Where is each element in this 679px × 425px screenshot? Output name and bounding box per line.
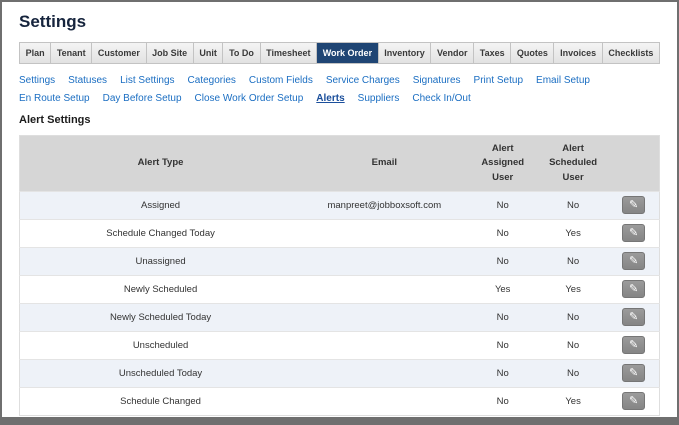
assigned-cell: No (467, 218, 538, 248)
subnav-link-en-route-setup[interactable]: En Route Setup (19, 93, 90, 104)
subnav-link-categories[interactable]: Categories (188, 75, 236, 86)
email-cell (301, 274, 468, 304)
subnav-link-check-in-out[interactable]: Check In/Out (412, 93, 470, 104)
alert-type-cell: Newly Scheduled (19, 274, 302, 304)
edit-icon: ✎ (629, 338, 639, 351)
tab-unit[interactable]: Unit (193, 43, 224, 63)
assigned-cell: Yes (467, 274, 538, 304)
edit-icon: ✎ (629, 394, 639, 407)
subnav-link-list-settings[interactable]: List Settings (120, 75, 174, 86)
assigned-cell: No (467, 190, 538, 220)
scheduled-cell: No (537, 358, 609, 388)
email-cell (301, 246, 468, 276)
col-header-alert-assigned-user: Alert Assigned User (467, 135, 538, 192)
table-row: Unscheduled Today No No ✎ (19, 358, 660, 388)
scheduled-cell: No (537, 190, 609, 220)
alert-settings-table: Alert Type Email Alert Assigned User Ale… (19, 135, 660, 416)
assigned-cell: No (467, 246, 538, 276)
table-row: Schedule Changed No Yes ✎ (19, 386, 660, 416)
assigned-cell: No (467, 302, 538, 332)
scheduled-cell: No (537, 246, 609, 276)
edit-icon: ✎ (629, 226, 639, 239)
page-title: Settings (19, 12, 87, 31)
edit-button[interactable]: ✎ (622, 196, 646, 215)
edit-icon: ✎ (629, 282, 639, 295)
edit-button[interactable]: ✎ (622, 364, 646, 383)
edit-button[interactable]: ✎ (622, 280, 646, 299)
settings-page: Settings Plan Tenant Customer Job Site U… (0, 0, 679, 425)
tab-tenant[interactable]: Tenant (51, 43, 93, 63)
col-header-alert-scheduled-user: Alert Scheduled User (537, 135, 609, 192)
subnav-link-day-before-setup[interactable]: Day Before Setup (103, 93, 182, 104)
email-cell (301, 386, 468, 416)
tab-taxes[interactable]: Taxes (474, 43, 512, 63)
table-row: Newly Scheduled Today No No ✎ (19, 302, 660, 332)
col-header-alert-type: Alert Type (19, 135, 302, 192)
alert-type-cell: Schedule Changed (19, 386, 302, 416)
section-heading: Alert Settings (19, 114, 91, 126)
assigned-cell: No (467, 358, 538, 388)
assigned-cell: No (467, 386, 538, 416)
tab-checklists[interactable]: Checklists (602, 43, 659, 63)
tab-plan[interactable]: Plan (20, 43, 52, 63)
subnav-link-close-work-order-setup[interactable]: Close Work Order Setup (195, 93, 304, 104)
tab-work-order[interactable]: Work Order (317, 43, 379, 63)
subnav-link-custom-fields[interactable]: Custom Fields (249, 75, 313, 86)
alert-type-cell: Unassigned (19, 246, 302, 276)
scheduled-cell: Yes (537, 386, 609, 416)
col-header-email: Email (301, 135, 468, 192)
scheduled-cell: No (537, 330, 609, 360)
tab-job-site[interactable]: Job Site (146, 43, 194, 63)
edit-button[interactable]: ✎ (622, 336, 646, 355)
subnav-link-email-setup[interactable]: Email Setup (536, 75, 590, 86)
scheduled-cell: Yes (537, 274, 609, 304)
alert-type-cell: Assigned (19, 190, 302, 220)
scheduled-cell: No (537, 302, 609, 332)
subnav-link-settings[interactable]: Settings (19, 75, 55, 86)
tab-invoices[interactable]: Invoices (554, 43, 603, 63)
module-tabbar: Plan Tenant Customer Job Site Unit To Do… (19, 42, 660, 64)
alert-type-cell: Unscheduled Today (19, 358, 302, 388)
email-cell: manpreet@jobboxsoft.com (301, 190, 468, 220)
email-cell (301, 330, 468, 360)
alert-type-cell: Unscheduled (19, 330, 302, 360)
edit-icon: ✎ (629, 254, 639, 267)
subnav-link-statuses[interactable]: Statuses (68, 75, 107, 86)
tab-to-do[interactable]: To Do (223, 43, 261, 63)
tab-quotes[interactable]: Quotes (511, 43, 555, 63)
subnav-link-signatures[interactable]: Signatures (413, 75, 461, 86)
edit-button[interactable]: ✎ (622, 392, 646, 411)
edit-button[interactable]: ✎ (622, 308, 646, 327)
subnav-link-alerts[interactable]: Alerts (316, 93, 344, 104)
tab-customer[interactable]: Customer (92, 43, 147, 63)
table-row: Unscheduled No No ✎ (19, 330, 660, 360)
email-cell (301, 302, 468, 332)
table-row: Assigned manpreet@jobboxsoft.com No No ✎ (19, 190, 660, 220)
edit-icon: ✎ (629, 310, 639, 323)
assigned-cell: No (467, 330, 538, 360)
settings-subnav: Settings Statuses List Settings Categori… (19, 75, 660, 104)
tab-timesheet[interactable]: Timesheet (260, 43, 318, 63)
edit-icon: ✎ (629, 366, 639, 379)
tab-inventory[interactable]: Inventory (378, 43, 432, 63)
subnav-link-print-setup[interactable]: Print Setup (474, 75, 523, 86)
tab-vendor[interactable]: Vendor (431, 43, 475, 63)
alert-type-cell: Newly Scheduled Today (19, 302, 302, 332)
email-cell (301, 358, 468, 388)
edit-icon: ✎ (629, 198, 639, 211)
table-row: Newly Scheduled Yes Yes ✎ (19, 274, 660, 304)
email-cell (301, 218, 468, 248)
alert-type-cell: Schedule Changed Today (19, 218, 302, 248)
col-header-actions (608, 135, 660, 192)
table-header-row: Alert Type Email Alert Assigned User Ale… (19, 135, 660, 192)
table-row: Schedule Changed Today No Yes ✎ (19, 218, 660, 248)
edit-button[interactable]: ✎ (622, 224, 646, 243)
subnav-link-suppliers[interactable]: Suppliers (358, 93, 400, 104)
scheduled-cell: Yes (537, 218, 609, 248)
edit-button[interactable]: ✎ (622, 252, 646, 271)
subnav-link-service-charges[interactable]: Service Charges (326, 75, 400, 86)
table-row: Unassigned No No ✎ (19, 246, 660, 276)
